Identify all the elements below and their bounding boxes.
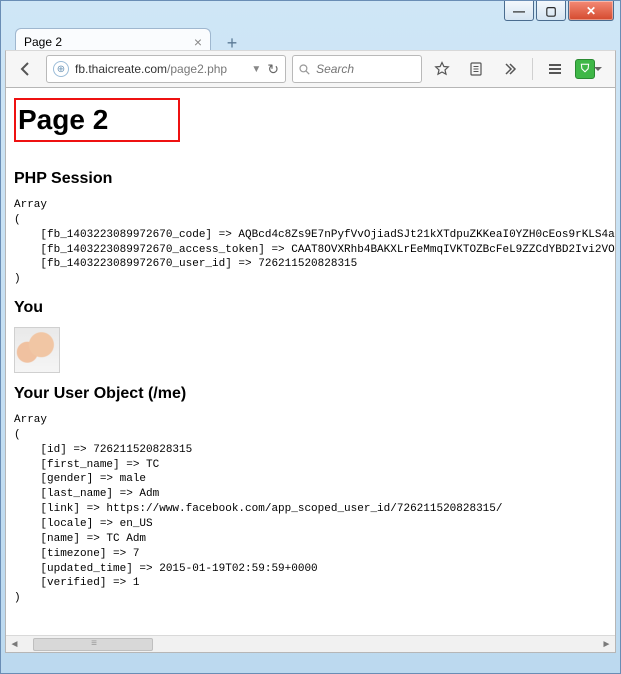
userobj-heading: Your User Object (/me) — [14, 385, 607, 403]
avatar — [14, 327, 60, 373]
you-heading: You — [14, 299, 607, 317]
scroll-left-arrow[interactable]: ◄ — [6, 636, 23, 653]
url-host: fb.thaicreate.com — [75, 62, 167, 76]
horizontal-scrollbar[interactable]: ◄ ► — [6, 635, 615, 652]
window-maximize-button[interactable]: ▢ — [536, 1, 566, 21]
tab-title: Page 2 — [24, 35, 62, 49]
address-bar[interactable]: ⊕ fb.thaicreate.com/page2.php ▼ ↻ — [46, 55, 286, 83]
userobj-dump: Array ( [id] => 726211520828315 [first_n… — [14, 413, 607, 606]
library-button[interactable] — [462, 55, 490, 83]
status-bar — [5, 654, 616, 670]
star-icon — [434, 61, 450, 77]
page-body: Page 2 PHP Session Array ( [fb_140322308… — [6, 88, 615, 614]
overflow-button[interactable] — [496, 55, 524, 83]
addon-button[interactable]: ⛉ — [575, 59, 609, 79]
hamburger-icon — [547, 61, 563, 77]
page-title: Page 2 — [14, 98, 180, 142]
url-dropdown-icon[interactable]: ▼ — [247, 64, 261, 75]
url-text: fb.thaicreate.com/page2.php — [75, 62, 241, 76]
arrow-left-icon — [17, 60, 35, 78]
shield-icon: ⛉ — [575, 59, 595, 79]
search-input[interactable] — [316, 62, 415, 76]
browser-window: — ▢ ✕ Page 2 × + ⊕ fb.thaicreate.com/pag… — [0, 0, 621, 674]
search-box[interactable] — [292, 55, 422, 83]
scroll-track[interactable] — [23, 637, 598, 652]
content-area: Page 2 PHP Session Array ( [fb_140322308… — [5, 88, 616, 653]
session-heading: PHP Session — [14, 170, 607, 188]
url-path: /page2.php — [167, 62, 227, 76]
tab-close-icon[interactable]: × — [194, 34, 202, 50]
chevron-double-right-icon — [502, 61, 518, 77]
clipboard-icon — [468, 61, 484, 77]
window-close-button[interactable]: ✕ — [568, 1, 614, 21]
back-button[interactable] — [12, 55, 40, 83]
scroll-thumb[interactable] — [33, 638, 153, 651]
bookmark-star-button[interactable] — [428, 55, 456, 83]
toolbar-divider — [532, 58, 533, 80]
globe-icon: ⊕ — [53, 61, 69, 77]
window-controls: — ▢ ✕ — [502, 1, 614, 21]
reload-icon[interactable]: ↻ — [267, 61, 279, 78]
toolbar: ⊕ fb.thaicreate.com/page2.php ▼ ↻ ⛉ — [5, 50, 616, 88]
window-minimize-button[interactable]: — — [504, 1, 534, 21]
session-dump: Array ( [fb_1403223089972670_code] => AQ… — [14, 198, 607, 287]
menu-button[interactable] — [541, 55, 569, 83]
search-icon — [299, 63, 310, 76]
scroll-right-arrow[interactable]: ► — [598, 636, 615, 653]
